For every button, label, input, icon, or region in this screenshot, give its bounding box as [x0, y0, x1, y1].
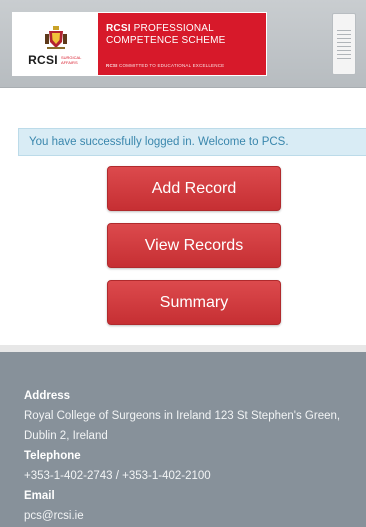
login-success-message: You have successfully logged in. Welcome… — [18, 128, 366, 156]
banner-title-block: RCSI PROFESSIONAL COMPETENCE SCHEME RCSI… — [98, 13, 266, 75]
banner-line-1-rest: PROFESSIONAL — [130, 23, 214, 34]
logo-text: RCSI — [28, 53, 58, 67]
logo-subtitle: Surgical Affairs — [60, 55, 82, 65]
menu-button[interactable] — [332, 13, 356, 75]
menu-icon-line — [337, 45, 351, 47]
crest-icon — [44, 26, 67, 49]
banner-line-2: COMPETENCE SCHEME — [106, 35, 226, 46]
banner-tagline-bold: RCSI — [106, 63, 118, 68]
menu-icon-line — [337, 57, 351, 59]
footer: Address Royal College of Surgeons in Ire… — [0, 352, 366, 527]
rcsi-banner[interactable]: RCSI Surgical Affairs RCSI PROFESSIONAL … — [12, 12, 267, 76]
app: RCSI Surgical Affairs RCSI PROFESSIONAL … — [0, 0, 366, 527]
email-label: Email — [24, 490, 55, 502]
menu-icon-line — [337, 53, 351, 55]
menu-icon-line — [337, 33, 351, 35]
header: RCSI Surgical Affairs RCSI PROFESSIONAL … — [0, 0, 366, 88]
telephone-value[interactable]: +353-1-402-2743 / +353-1-402-2100 — [24, 466, 342, 486]
menu-icon-line — [337, 37, 351, 39]
menu-icon-line — [337, 41, 351, 43]
menu-icon — [337, 29, 351, 31]
footer-divider — [0, 345, 366, 352]
banner-tagline: RCSI COMMITTED TO EDUCATIONAL EXCELLENCE — [106, 63, 224, 68]
address-label: Address — [24, 390, 71, 402]
email-value[interactable]: pcs@rcsi.ie — [24, 506, 342, 526]
view-records-button[interactable]: View Records — [107, 223, 281, 268]
rcsi-logo: RCSI Surgical Affairs — [13, 13, 98, 75]
add-record-button[interactable]: Add Record — [107, 166, 281, 211]
banner-line-1-bold: RCSI — [106, 23, 131, 34]
banner-tagline-rest: COMMITTED TO EDUCATIONAL EXCELLENCE — [117, 63, 225, 68]
summary-button[interactable]: Summary — [107, 280, 281, 325]
address-value: Royal College of Surgeons in Ireland 123… — [24, 410, 341, 442]
banner-line-1: RCSI PROFESSIONAL — [106, 23, 266, 35]
menu-icon-line — [337, 49, 351, 51]
logo-row: RCSI Surgical Affairs — [28, 53, 83, 67]
telephone-label: Telephone — [24, 450, 81, 462]
